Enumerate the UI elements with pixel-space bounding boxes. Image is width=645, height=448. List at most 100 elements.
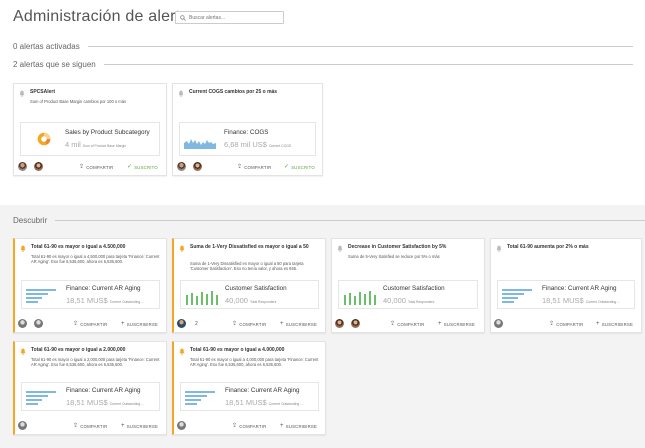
search-box[interactable] <box>175 11 284 24</box>
subscribed-button[interactable]: ✓ SUSCRITO <box>284 164 315 170</box>
tile-value: 40,000 Total Responders <box>225 296 276 305</box>
share-button[interactable]: ⇪ COMPARTIR <box>73 321 107 327</box>
column-chart-thumbnail <box>344 291 376 305</box>
share-icon: ⇪ <box>232 321 238 327</box>
bell-icon <box>178 90 184 97</box>
share-button[interactable]: ⇪ COMPARTIR <box>73 423 107 429</box>
card-tile[interactable]: Customer Satisfaction 40,000 Total Respon… <box>338 280 478 309</box>
card-tile[interactable]: Finance: Current AR Aging 18,51 MUS$ Curr… <box>497 280 635 309</box>
tile-name: Finance: Current AR Aging <box>66 285 141 292</box>
divider <box>55 220 645 221</box>
alert-title: Total 61-90 aumenta por 2% o más <box>507 244 589 250</box>
bell-icon <box>20 245 26 252</box>
followed-alert-card[interactable]: SPCSAlert Sum of Product Base Margin cam… <box>13 83 167 176</box>
share-label: COMPARTIR <box>86 164 114 170</box>
tile-value-text: 40,000 <box>225 296 248 305</box>
card-footer: ⇪ COMPARTIR + SUSCRIBIRSE <box>332 316 484 332</box>
subscribe-button[interactable]: + SUSCRIBIRSE <box>280 321 317 327</box>
section-followed-label: 2 alertas que se siguen <box>13 60 96 69</box>
tile-name: Sales by Product Subcategory <box>65 129 150 136</box>
subscribed-label: SUSCRITO <box>134 164 158 170</box>
avatar <box>193 162 202 171</box>
bell-icon <box>179 348 185 355</box>
share-icon: ⇪ <box>73 423 79 429</box>
share-button[interactable]: ⇪ COMPARTIR <box>237 164 271 170</box>
bell-icon <box>20 348 26 355</box>
discover-alert-card[interactable]: Total 61-90 es mayor o igual a 4.500,000… <box>13 238 167 333</box>
share-label: COMPARTIR <box>556 321 584 327</box>
tile-value-text: 6,68 mil US$ <box>224 140 267 149</box>
plus-icon: + <box>280 423 284 429</box>
card-tile[interactable]: Sales by Product Subcategory 4 mil Sum of… <box>20 122 160 156</box>
discover-alert-card[interactable]: Total 61-90 es mayor o igual a 2.000,000… <box>13 341 167 435</box>
plus-icon: + <box>121 321 125 327</box>
subscribe-label: SUSCRIBIRSE <box>285 321 318 327</box>
avatar <box>177 319 186 328</box>
column-chart-thumbnail <box>186 291 218 305</box>
card-tile[interactable]: Finance: Current AR Aging 18,51 MUS$ Curr… <box>21 382 160 411</box>
tile-subtitle: Current Outstanding ... <box>585 300 621 304</box>
discover-alert-card[interactable]: Total 61-90 aumenta por 2% o más Finance… <box>490 238 642 333</box>
bar-chart-thumbnail <box>185 391 215 405</box>
subscribe-button[interactable]: + SUSCRIBIRSE <box>596 321 633 327</box>
share-button[interactable]: ⇪ COMPARTIR <box>549 321 583 327</box>
tile-name: Customer Satisfaction <box>383 285 445 292</box>
subscribe-label: SUSCRIBIRSE <box>285 423 318 429</box>
share-icon: ⇪ <box>79 164 85 170</box>
alert-title: Total 61-90 es mayor o igual a 4.000,000 <box>190 347 285 353</box>
alert-description: Sum of Product Base Margin cambios por 1… <box>30 99 127 104</box>
subscribe-button[interactable]: + SUSCRIBIRSE <box>438 321 475 327</box>
section-discover-label: Descubrir <box>13 216 48 225</box>
search-input[interactable] <box>189 14 279 21</box>
subscribe-label: SUSCRIBIRSE <box>443 321 476 327</box>
subscribe-button[interactable]: + SUSCRIBIRSE <box>121 321 158 327</box>
section-activated: 0 alertas activadas <box>13 42 633 51</box>
bell-icon <box>19 90 25 97</box>
discover-alert-card[interactable]: Total 61-90 es mayor o igual a 4.000,000… <box>172 341 326 435</box>
subscribe-button[interactable]: + SUSCRIBIRSE <box>121 423 158 429</box>
tile-subtitle: Total Responders <box>407 300 435 304</box>
card-tile[interactable]: Customer Satisfaction 40,000 Total Respon… <box>180 280 319 309</box>
share-button[interactable]: ⇪ COMPARTIR <box>232 321 266 327</box>
share-icon: ⇪ <box>73 321 79 327</box>
share-label: COMPARTIR <box>397 321 425 327</box>
share-button[interactable]: ⇪ COMPARTIR <box>390 321 424 327</box>
subscribe-button[interactable]: + SUSCRIBIRSE <box>280 423 317 429</box>
tile-subtitle: Current COGS <box>268 144 292 148</box>
alert-description: Suma de 1-Very Dissatisfied es mayor o i… <box>190 261 304 272</box>
discover-alert-card[interactable]: Suma de 1-Very Dissatisfied es mayor o i… <box>172 238 326 333</box>
alert-description: Suma de 5-Very Satisfied se reduce por 5… <box>348 254 440 259</box>
alert-title: SPCSAlert <box>30 89 56 95</box>
bell-icon <box>496 245 502 252</box>
section-followed: 2 alertas que se siguen <box>13 60 633 69</box>
tile-subtitle: Sum of Product Base Margin <box>82 144 127 148</box>
follower-count: 2 <box>195 321 198 327</box>
discover-alert-card[interactable]: Decrease in Customer Satisfaction by 5% … <box>331 238 485 333</box>
check-icon: ✓ <box>284 164 290 170</box>
tile-value: 18,51 MUS$ Current Outstanding ... <box>66 296 144 305</box>
card-tile[interactable]: Finance: Current AR Aging 18,51 MUS$ Curr… <box>180 382 319 411</box>
tile-value: 40,000 Total Responders <box>383 296 434 305</box>
bell-icon <box>179 245 185 252</box>
tile-name: Finance: COGS <box>224 129 269 136</box>
card-footer: ⇪ COMPARTIR + SUSCRIBIRSE <box>15 316 166 332</box>
avatar <box>18 162 27 171</box>
subscribed-button[interactable]: ✓ SUSCRITO <box>127 164 158 170</box>
avatar <box>177 162 186 171</box>
share-label: COMPARTIR <box>239 321 267 327</box>
avatar <box>34 162 43 171</box>
card-footer: ⇪ COMPARTIR + SUSCRIBIRSE <box>491 316 641 332</box>
card-tile[interactable]: Finance: COGS 6,68 mil US$ Current COGS <box>179 122 316 156</box>
plus-icon: + <box>121 423 125 429</box>
card-tile[interactable]: Finance: Current AR Aging 18,51 MUS$ Curr… <box>21 280 160 309</box>
share-button[interactable]: ⇪ COMPARTIR <box>232 423 266 429</box>
followed-alert-card[interactable]: Current COGS cambios por 25 o más Financ… <box>172 83 323 176</box>
share-label: COMPARTIR <box>80 423 108 429</box>
tile-value: 6,68 mil US$ Current COGS <box>224 140 291 149</box>
avatar <box>18 421 27 430</box>
tile-value: 4 mil Sum of Product Base Margin <box>65 140 126 149</box>
alert-title: Total 61-90 es mayor o igual a 2.000,000 <box>31 347 126 353</box>
share-button[interactable]: ⇪ COMPARTIR <box>79 164 113 170</box>
alert-title: Decrease in Customer Satisfaction by 5% <box>348 244 447 250</box>
share-icon: ⇪ <box>237 164 243 170</box>
